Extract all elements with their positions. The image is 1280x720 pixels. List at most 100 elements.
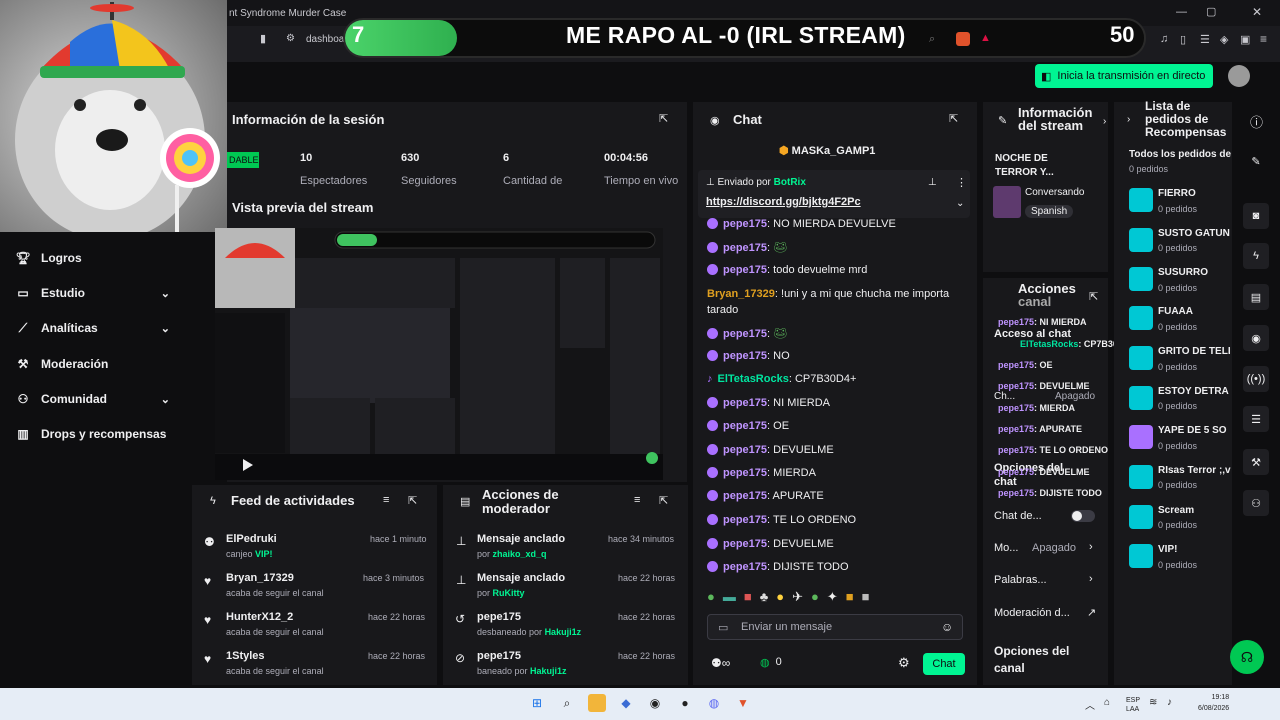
- chat-delay-toggle[interactable]: [1071, 510, 1095, 522]
- reward-name[interactable]: SUSTO GATUN: [1158, 228, 1230, 239]
- reward-name[interactable]: FIERRO: [1158, 188, 1196, 199]
- reward-name[interactable]: FUAAA: [1158, 306, 1193, 317]
- site-info-icon[interactable]: ⚙: [286, 33, 295, 44]
- popout-icon[interactable]: ⇱: [408, 494, 417, 507]
- volume-icon[interactable]: ♪: [1167, 697, 1172, 708]
- clock[interactable]: 19:18 6/08/2026: [1198, 692, 1229, 714]
- broadcast-icon[interactable]: ((•)): [1243, 366, 1269, 392]
- close-icon[interactable]: ✕: [1252, 5, 1262, 19]
- wallet-icon[interactable]: ▣: [1240, 33, 1250, 46]
- mod-item-name[interactable]: Mensaje anclado: [477, 533, 565, 545]
- rewards-triangle-icon[interactable]: ▲: [980, 32, 991, 44]
- people-icon[interactable]: ⚇: [1243, 490, 1269, 516]
- reward-type-icon[interactable]: [1129, 465, 1153, 489]
- popout-icon[interactable]: ⇱: [659, 494, 668, 507]
- emote-bar[interactable]: ● ▬ ■ ♣ ● ✈ ● ✦ ■ ■: [707, 589, 963, 607]
- chevron-down-icon[interactable]: ⌄: [956, 198, 964, 209]
- external-link-icon[interactable]: ↗: [1087, 606, 1096, 619]
- app-icon[interactable]: ●: [676, 694, 694, 712]
- emote-icon[interactable]: ♣: [760, 589, 769, 607]
- mod-item-name[interactable]: Mensaje anclado: [477, 572, 565, 584]
- unpin-icon[interactable]: ⊥: [928, 177, 937, 188]
- sidebar-item-estudio[interactable]: ▭ Estudio ⌄: [16, 283, 176, 303]
- bookmarks-icon[interactable]: ☰: [1200, 33, 1210, 46]
- discord-icon[interactable]: ◍: [705, 694, 723, 712]
- feed-item-name[interactable]: Bryan_17329: [226, 572, 294, 584]
- stream-preview-video[interactable]: [215, 228, 663, 480]
- feed-item-name[interactable]: HunterX12_2: [226, 611, 293, 623]
- chat-input[interactable]: ▭ Enviar un mensaje ☺: [707, 614, 963, 640]
- reward-type-icon[interactable]: [1129, 306, 1153, 330]
- info-icon[interactable]: ⓘ: [1250, 112, 1263, 131]
- reward-type-icon[interactable]: [1129, 267, 1153, 291]
- file-explorer-icon[interactable]: [588, 694, 606, 712]
- tray-chevron-icon[interactable]: ︿: [1085, 697, 1095, 712]
- emote-icon[interactable]: ■: [862, 589, 870, 607]
- reward-type-icon[interactable]: [1129, 188, 1153, 212]
- chevron-right-icon[interactable]: ›: [1089, 541, 1093, 553]
- mod-item-name[interactable]: pepe175: [477, 611, 521, 623]
- reward-name[interactable]: RIsas Terror ;,v: [1158, 465, 1231, 476]
- music-icon[interactable]: ♫: [1160, 33, 1168, 45]
- list-icon[interactable]: ☰: [1243, 406, 1269, 432]
- emoji-icon[interactable]: ☺: [941, 620, 953, 634]
- emote-icon[interactable]: ✈: [792, 589, 803, 607]
- sidebar-toggle-icon[interactable]: ▯: [1180, 33, 1186, 46]
- search-icon[interactable]: ⌕: [558, 694, 576, 712]
- top-gifter[interactable]: ⬢ MASKa_GAMP1: [779, 144, 875, 157]
- headset-icon[interactable]: ☊: [1230, 640, 1264, 674]
- url-text[interactable]: dashboa: [306, 34, 344, 45]
- filter-icon[interactable]: ≡: [634, 494, 640, 506]
- emote-icon[interactable]: ●: [707, 589, 715, 607]
- chat-settings-icon[interactable]: ▭: [718, 621, 728, 634]
- sidebar-item-logros[interactable]: 🏆︎ Logros: [15, 248, 176, 268]
- reward-name[interactable]: VIP!: [1158, 544, 1177, 555]
- reward-type-icon[interactable]: [1129, 544, 1153, 568]
- brave-shield-icon[interactable]: [956, 32, 970, 46]
- popout-icon[interactable]: ⇱: [659, 112, 668, 125]
- reward-type-icon[interactable]: [1129, 228, 1153, 252]
- emote-icon[interactable]: ■: [744, 589, 752, 607]
- feed-item-name[interactable]: 1Styles: [226, 650, 265, 662]
- sidebar-item-comunidad[interactable]: ⚇ Comunidad ⌄: [16, 389, 176, 409]
- settings-icon[interactable]: ⚙: [898, 655, 910, 671]
- category-name[interactable]: Conversando: [1025, 187, 1084, 198]
- reward-type-icon[interactable]: [1129, 505, 1153, 529]
- more-icon[interactable]: ⋮: [956, 176, 967, 189]
- sidebar-item-drops[interactable]: ▥ Drops y recompensas: [16, 424, 176, 444]
- vpn-icon[interactable]: ◈: [1220, 33, 1228, 46]
- emote-icon[interactable]: ✦: [827, 589, 838, 607]
- language-tag[interactable]: Spanish: [1025, 205, 1074, 218]
- reward-name[interactable]: SUSURRO: [1158, 267, 1208, 278]
- category-thumbnail[interactable]: [993, 186, 1021, 218]
- sidebar-item-moderacion[interactable]: ⚒ Moderación: [16, 354, 176, 374]
- obs-icon[interactable]: ◉: [646, 694, 664, 712]
- chat-bubble-icon[interactable]: ◉: [1243, 325, 1269, 351]
- bookmark-icon[interactable]: ▮: [260, 32, 266, 45]
- popout-icon[interactable]: ⇱: [1089, 290, 1098, 303]
- app-icon[interactable]: ◆: [617, 694, 635, 712]
- sidebar-item-analiticas[interactable]: ⟋ Analíticas ⌄: [16, 318, 176, 338]
- start-menu-icon[interactable]: ⊞: [528, 694, 546, 712]
- wifi-icon[interactable]: ≋: [1149, 697, 1157, 708]
- chat-send-button[interactable]: Chat: [923, 653, 965, 675]
- popout-icon[interactable]: ⇱: [949, 112, 958, 125]
- emote-icon[interactable]: ●: [811, 589, 819, 607]
- edit-icon[interactable]: ✎: [1243, 148, 1269, 174]
- reward-type-icon[interactable]: [1129, 386, 1153, 410]
- minimize-icon[interactable]: —: [1176, 6, 1187, 18]
- chevron-right-icon[interactable]: ›: [1089, 573, 1093, 585]
- feed-item-name[interactable]: ElPedruki: [226, 533, 277, 545]
- lightning-icon[interactable]: ϟ: [1243, 243, 1269, 269]
- moderation-link[interactable]: Moderación d...: [994, 607, 1070, 619]
- chevron-right-icon[interactable]: ›: [1103, 116, 1106, 127]
- reward-name[interactable]: GRITO DE TELI: [1158, 346, 1231, 357]
- clip-icon[interactable]: ▤: [1243, 284, 1269, 310]
- browser-tab[interactable]: nt Syndrome Murder Case: [229, 8, 347, 19]
- reward-type-icon[interactable]: [1129, 425, 1153, 449]
- bits-icon[interactable]: ⚉∞: [711, 656, 730, 670]
- chevron-right-icon[interactable]: ›: [1127, 114, 1130, 125]
- reward-name[interactable]: YAPE DE 5 SO: [1158, 425, 1227, 436]
- wrench-icon[interactable]: ⚒: [1243, 449, 1269, 475]
- emote-icon[interactable]: ●: [776, 589, 784, 607]
